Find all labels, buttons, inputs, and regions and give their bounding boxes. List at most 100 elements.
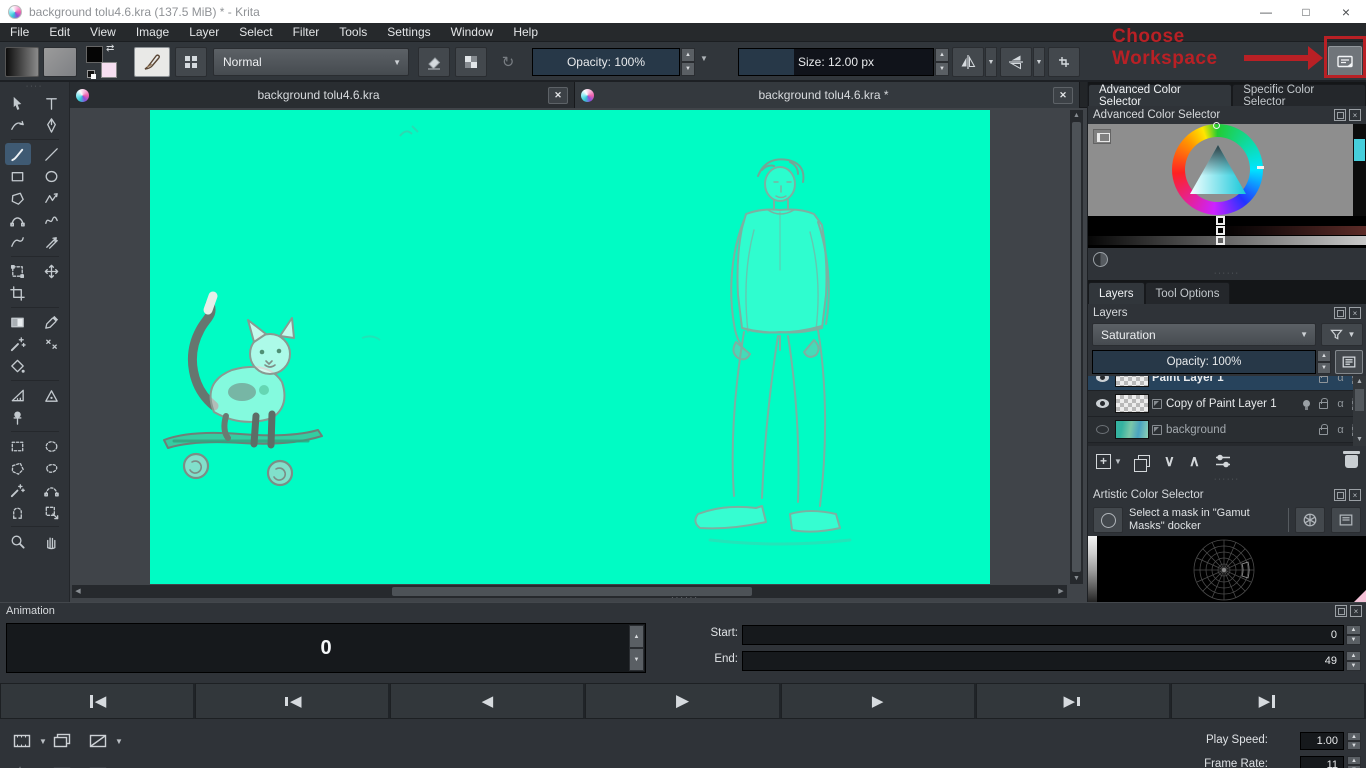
brush-presets-button[interactable]: [175, 47, 207, 77]
crop-tool-icon[interactable]: [5, 282, 31, 304]
layer-filter-button[interactable]: ▼: [1321, 323, 1363, 346]
bezier-selection-tool-icon[interactable]: [39, 479, 65, 501]
layer-list-scrollbar[interactable]: ▲ ▼: [1353, 376, 1366, 446]
scroll-down-icon[interactable]: ▼: [1070, 573, 1083, 584]
background-color-swatch[interactable]: [101, 62, 117, 78]
alpha-lock-icon[interactable]: α: [1332, 398, 1349, 410]
artistic-color-wheel[interactable]: [1088, 536, 1366, 604]
close-docker-icon[interactable]: ×: [1349, 109, 1361, 121]
bezier-curve-tool-icon[interactable]: [5, 209, 31, 231]
play-button[interactable]: ▶: [585, 683, 780, 719]
zoom-tool-icon[interactable]: [5, 530, 31, 552]
previous-frame-button[interactable]: ◀: [390, 683, 585, 719]
menu-help[interactable]: Help: [503, 23, 548, 41]
horizontal-scrollbar[interactable]: ◀ ▶: [72, 585, 1067, 598]
layer-opacity-spinner[interactable]: ▲▼: [1317, 350, 1331, 374]
opacity-spinner[interactable]: ▲▼: [681, 48, 695, 76]
toolbox-drag-handle[interactable]: ····: [0, 82, 69, 92]
similar-color-selection-tool-icon[interactable]: [39, 501, 65, 523]
measure-tool-icon[interactable]: [5, 384, 31, 406]
menu-tools[interactable]: Tools: [329, 23, 377, 41]
menu-edit[interactable]: Edit: [39, 23, 80, 41]
visibility-eye-icon[interactable]: [1092, 376, 1112, 382]
add-blank-frame-button[interactable]: [8, 729, 36, 753]
preserve-alpha-button[interactable]: [455, 47, 487, 77]
tab-tool-options[interactable]: Tool Options: [1145, 282, 1231, 304]
close-tab-icon[interactable]: ✕: [1053, 87, 1073, 104]
layer-properties-button[interactable]: [1214, 452, 1232, 470]
menu-image[interactable]: Image: [126, 23, 179, 41]
close-docker-icon[interactable]: ×: [1350, 605, 1362, 617]
transform-tool-icon[interactable]: [5, 260, 31, 282]
rotate-mask-button[interactable]: [1295, 507, 1325, 533]
scroll-right-icon[interactable]: ▶: [1055, 585, 1067, 598]
reload-preset-button[interactable]: ↻: [492, 47, 524, 77]
clipped-toolbar-icon-2[interactable]: [84, 761, 112, 768]
smart-patch-tool-icon[interactable]: [39, 333, 65, 355]
close-docker-icon[interactable]: ×: [1349, 489, 1361, 501]
edit-shapes-tool-icon[interactable]: [5, 114, 31, 136]
reference-images-tool-icon[interactable]: [5, 406, 31, 428]
pattern-chooser-button[interactable]: [43, 47, 77, 77]
visibility-eye-icon[interactable]: [1092, 425, 1112, 434]
current-frame-spinbox[interactable]: 0 ▲▼: [6, 623, 646, 673]
onion-skin-button[interactable]: [8, 761, 36, 768]
move-layer-down-button[interactable]: ∨: [1164, 452, 1175, 470]
freehand-selection-tool-icon[interactable]: [39, 457, 65, 479]
previous-keyframe-button[interactable]: ◀: [195, 683, 390, 719]
layer-opacity-slider[interactable]: Opacity: 100%: [1092, 350, 1316, 374]
docker-splitter[interactable]: ······: [1088, 270, 1366, 280]
skip-to-start-button[interactable]: ◀: [0, 683, 195, 719]
tab-specific-color-selector[interactable]: Specific Color Selector: [1232, 84, 1366, 106]
reset-colors-icon[interactable]: [87, 70, 95, 78]
text-tool-icon[interactable]: [39, 92, 65, 114]
delete-frame-options-caret-icon[interactable]: ▼: [115, 737, 123, 746]
layer-list-options-button[interactable]: [1335, 350, 1363, 374]
shade-bar-3[interactable]: [1088, 236, 1366, 245]
eraser-mode-button[interactable]: [418, 47, 450, 77]
menu-view[interactable]: View: [80, 23, 126, 41]
menu-filter[interactable]: Filter: [283, 23, 330, 41]
opacity-slider[interactable]: Opacity: 100%: [532, 48, 680, 76]
tab-layers[interactable]: Layers: [1088, 282, 1145, 304]
color-history-button[interactable]: [1093, 252, 1108, 267]
layer-row-background[interactable]: background α: [1088, 417, 1366, 443]
advanced-color-selector[interactable]: [1088, 124, 1366, 216]
float-docker-icon[interactable]: [1334, 109, 1346, 121]
document-tab-1[interactable]: background tolu4.6.kra ✕: [70, 82, 575, 108]
play-speed-field[interactable]: 1.00: [1300, 732, 1344, 750]
duplicate-layer-button[interactable]: [1136, 455, 1150, 467]
tab-advanced-color-selector[interactable]: Advanced Color Selector: [1088, 84, 1232, 106]
add-layer-button[interactable]: +▼: [1096, 454, 1122, 469]
lock-icon[interactable]: [1315, 376, 1332, 383]
mirror-vertical-options-caret-icon[interactable]: ▼: [1033, 47, 1045, 77]
scroll-left-icon[interactable]: ◀: [72, 585, 84, 598]
gradient-tool-icon[interactable]: [5, 311, 31, 333]
float-docker-icon[interactable]: [1334, 489, 1346, 501]
menu-settings[interactable]: Settings: [377, 23, 440, 41]
edit-brush-settings-button[interactable]: [134, 47, 170, 77]
elliptical-selection-tool-icon[interactable]: [39, 435, 65, 457]
shade-bar-2[interactable]: [1088, 226, 1366, 235]
shade-selector-bars[interactable]: [1088, 216, 1366, 248]
visibility-eye-icon[interactable]: [1092, 399, 1112, 408]
dynamic-brush-tool-icon[interactable]: [5, 231, 31, 253]
menu-layer[interactable]: Layer: [179, 23, 229, 41]
gradient-chooser-button[interactable]: [5, 47, 39, 77]
end-spinner[interactable]: ▲▼: [1346, 651, 1361, 671]
add-duplicate-frame-button[interactable]: [48, 729, 76, 753]
mirror-vertical-button[interactable]: [1000, 47, 1032, 77]
pan-tool-icon[interactable]: [39, 530, 65, 552]
close-docker-icon[interactable]: ×: [1349, 307, 1361, 319]
delete-layer-button[interactable]: [1345, 455, 1358, 468]
menu-file[interactable]: File: [0, 23, 39, 41]
alpha-lock-icon[interactable]: α: [1332, 424, 1349, 436]
brush-size-spinner[interactable]: ▲▼: [935, 48, 949, 76]
gamut-mask-toggle-button[interactable]: [1093, 507, 1123, 533]
mirror-horizontal-options-caret-icon[interactable]: ▼: [985, 47, 997, 77]
contiguous-selection-tool-icon[interactable]: [5, 479, 31, 501]
lock-icon[interactable]: [1315, 398, 1332, 409]
next-keyframe-button[interactable]: ▶: [976, 683, 1171, 719]
clipped-toolbar-icon[interactable]: [48, 761, 76, 768]
layer-thumbnail[interactable]: [1115, 420, 1149, 439]
